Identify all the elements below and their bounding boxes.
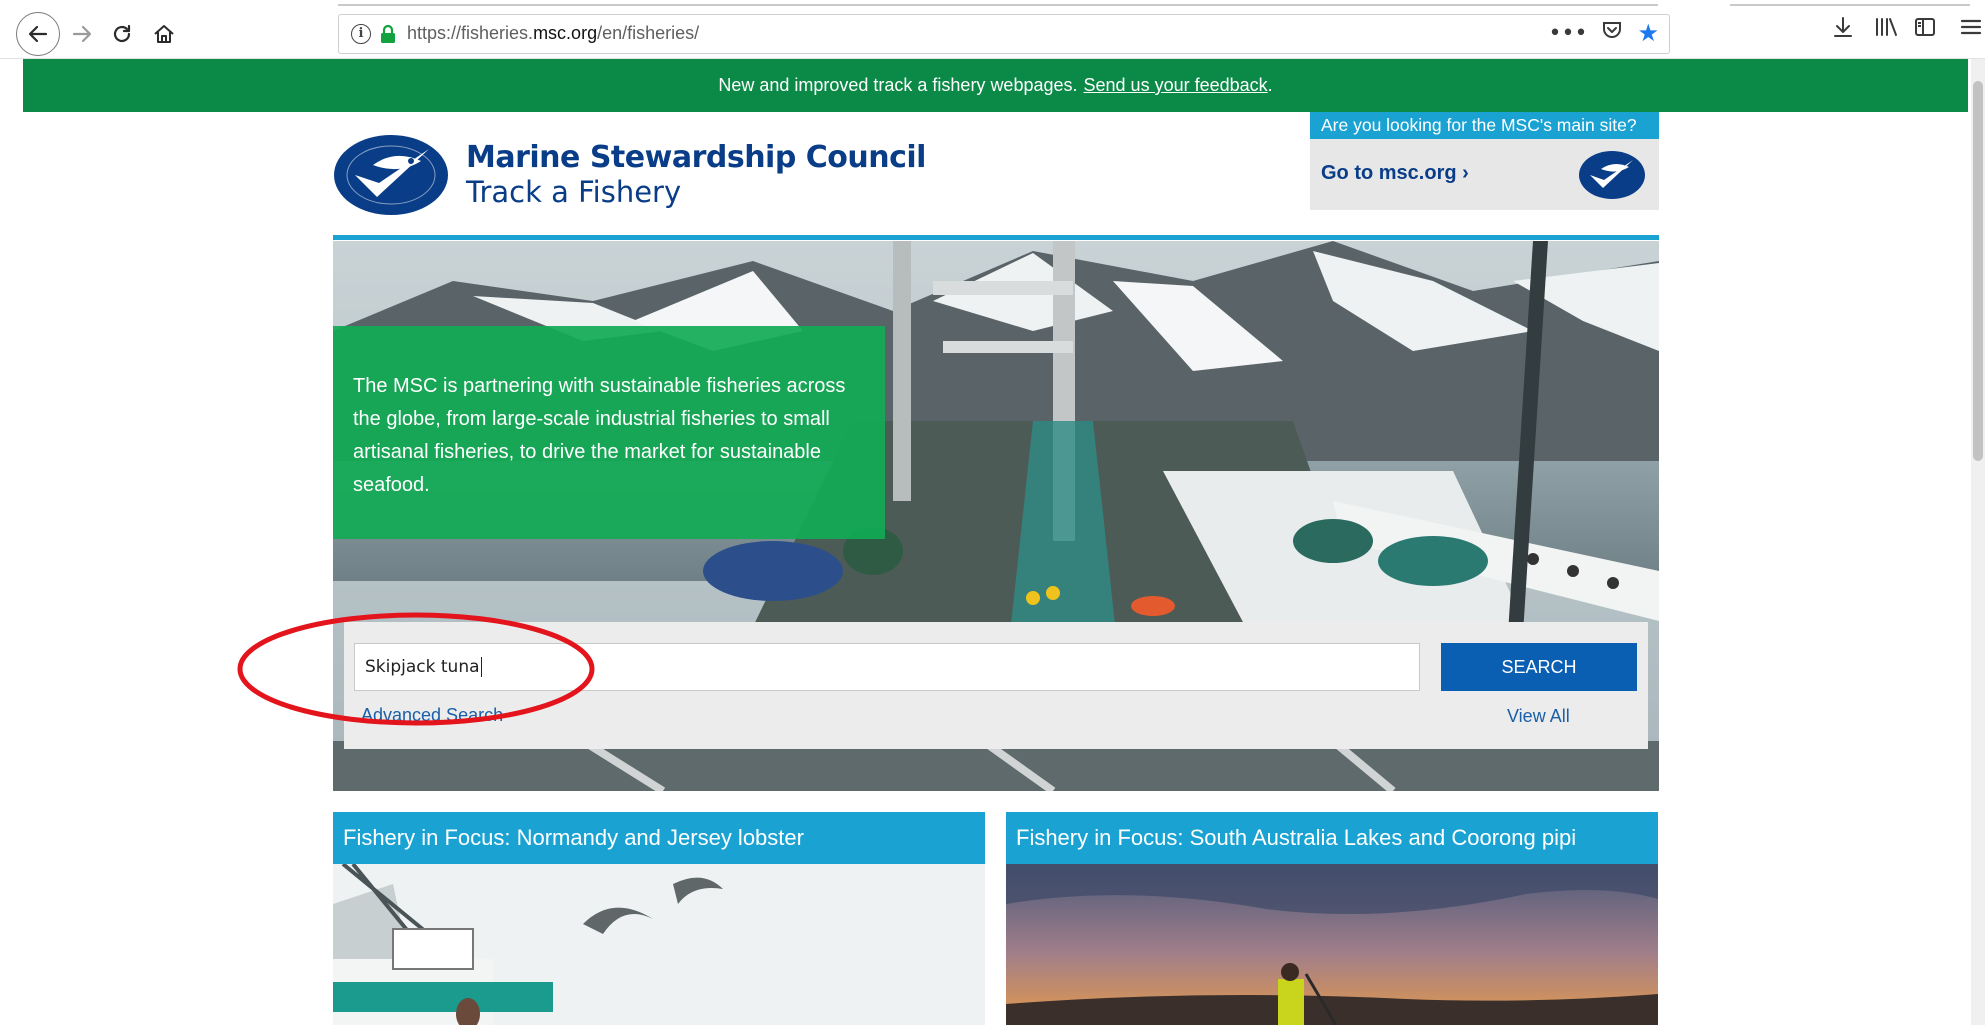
card-title[interactable]: Fishery in Focus: South Australia Lakes … bbox=[1006, 812, 1658, 864]
more-icon[interactable]: ••• bbox=[1549, 21, 1588, 46]
card-image bbox=[333, 864, 985, 1025]
brand-title: Marine Stewardship Council bbox=[466, 140, 926, 175]
msc-small-logo-icon[interactable] bbox=[1577, 149, 1647, 201]
sidebar-icon[interactable] bbox=[1914, 16, 1936, 38]
view-all-link[interactable]: View All bbox=[1507, 706, 1570, 727]
scrollbar-thumb[interactable] bbox=[1973, 81, 1983, 461]
download-icon[interactable] bbox=[1832, 16, 1854, 38]
card-title[interactable]: Fishery in Focus: Normandy and Jersey lo… bbox=[333, 812, 985, 864]
page-scrollbar[interactable] bbox=[1971, 59, 1985, 1025]
hero-intro-box: The MSC is partnering with sustainable f… bbox=[333, 326, 885, 539]
url-actions: ••• ★ bbox=[1549, 19, 1659, 47]
back-icon[interactable] bbox=[16, 12, 60, 56]
main-site-box: Are you looking for the MSC's main site?… bbox=[1310, 112, 1659, 210]
feedback-link[interactable]: Send us your feedback bbox=[1084, 75, 1268, 96]
url-text[interactable]: https://fisheries.msc.org/en/fisheries/ bbox=[407, 23, 699, 44]
msc-logo[interactable] bbox=[333, 131, 453, 217]
header-divider bbox=[333, 235, 1659, 240]
home-icon[interactable] bbox=[142, 12, 186, 56]
feedback-banner: New and improved track a fishery webpage… bbox=[23, 59, 1968, 112]
card-image bbox=[1006, 864, 1658, 1025]
fishery-focus-card[interactable]: Fishery in Focus: Normandy and Jersey lo… bbox=[333, 812, 985, 1025]
brand-subtitle: Track a Fishery bbox=[466, 175, 682, 209]
banner-suffix: . bbox=[1267, 75, 1273, 95]
search-button[interactable]: SEARCH bbox=[1441, 643, 1637, 691]
goto-msc-link[interactable]: Go to msc.org › bbox=[1321, 162, 1469, 185]
lock-icon bbox=[379, 24, 397, 44]
banner-text: New and improved track a fishery webpage… bbox=[718, 75, 1078, 95]
browser-toolbar: i https://fisheries.msc.org/en/fisheries… bbox=[0, 0, 1985, 59]
menu-icon[interactable] bbox=[1960, 16, 1982, 38]
chrome-top-line-right bbox=[1730, 4, 1970, 6]
pocket-icon[interactable] bbox=[1601, 19, 1623, 47]
info-icon[interactable]: i bbox=[351, 24, 371, 44]
address-bar[interactable]: i https://fisheries.msc.org/en/fisheries… bbox=[338, 14, 1670, 54]
annotation-ellipse bbox=[237, 612, 595, 726]
library-icon[interactable] bbox=[1874, 16, 1898, 38]
main-site-question: Are you looking for the MSC's main site? bbox=[1310, 112, 1659, 139]
reload-icon[interactable] bbox=[100, 12, 144, 56]
bookmark-star-icon[interactable]: ★ bbox=[1637, 19, 1659, 47]
fishery-focus-card[interactable]: Fishery in Focus: South Australia Lakes … bbox=[1006, 812, 1658, 1025]
chrome-top-line bbox=[338, 4, 1658, 6]
browser-window: i https://fisheries.msc.org/en/fisheries… bbox=[0, 0, 1985, 1025]
hero-intro-text: The MSC is partnering with sustainable f… bbox=[353, 375, 846, 496]
forward-icon[interactable] bbox=[60, 12, 104, 56]
